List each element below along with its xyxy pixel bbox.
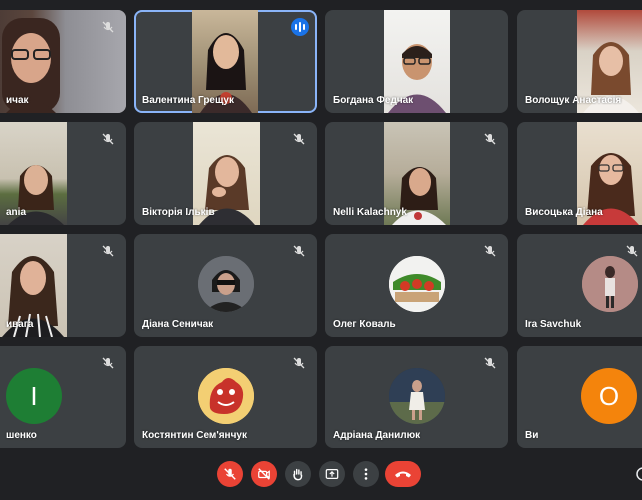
participant-name: Костянтин Сем'янчук <box>142 430 247 441</box>
avatar-photo <box>582 256 638 312</box>
mic-off-icon <box>484 357 496 369</box>
participant-tile-self[interactable]: О Ви <box>517 346 642 448</box>
hang-up-button[interactable] <box>385 461 421 487</box>
participant-name: Богдана Федчак <box>333 95 414 106</box>
participant-name: ania <box>6 207 27 218</box>
mic-toggle-button[interactable] <box>217 461 243 487</box>
info-icon[interactable] <box>634 465 642 483</box>
avatar <box>389 368 445 424</box>
more-options-icon <box>364 468 368 480</box>
more-options-button[interactable] <box>353 461 379 487</box>
participant-name: Валентина Грещук <box>142 95 234 106</box>
avatar-initial: О <box>581 368 637 424</box>
raise-hand-icon <box>293 468 303 481</box>
mic-off-icon <box>102 357 114 369</box>
call-controls-bar <box>0 450 642 500</box>
participant-tile[interactable]: Діана Сеничак <box>134 234 317 337</box>
mic-off-icon <box>484 245 496 257</box>
participant-name: Ви <box>525 430 539 441</box>
participant-tile[interactable]: Богдана Федчак <box>325 10 508 113</box>
hang-up-icon <box>395 471 411 478</box>
participant-tile-active-speaker[interactable]: Валентина Грещук <box>134 10 317 113</box>
participant-name: Адріана Данилюк <box>333 430 421 441</box>
participant-tile[interactable]: Костянтин Сем'янчук <box>134 346 317 448</box>
avatar <box>198 256 254 312</box>
avatar-photo <box>389 368 445 424</box>
mic-off-icon <box>102 21 114 33</box>
participant-name: Діана Сеничак <box>142 319 214 330</box>
raise-hand-button[interactable] <box>285 461 311 487</box>
mic-off-icon <box>626 245 638 257</box>
participant-name: Волощук Анастасія <box>525 95 622 106</box>
participant-tile[interactable]: Висоцька Діана <box>517 122 642 225</box>
participant-name: Вікторія Ільків <box>142 207 215 218</box>
mic-off-icon <box>293 357 305 369</box>
participant-tile[interactable]: Олег Коваль <box>325 234 508 337</box>
participant-tile[interactable]: Nelli Kalachnyk <box>325 122 508 225</box>
avatar <box>582 256 638 312</box>
participant-name: шенко <box>6 430 37 441</box>
speaking-indicator-icon <box>291 18 309 36</box>
participant-name: ивага <box>6 319 34 330</box>
mic-off-icon <box>293 133 305 145</box>
participant-name: ичак <box>6 95 29 106</box>
participant-tile[interactable]: Волощук Анастасія <box>517 10 642 113</box>
participant-tile[interactable]: ичак <box>0 10 126 113</box>
avatar <box>389 256 445 312</box>
avatar-initial: I <box>6 368 62 424</box>
camera-off-icon <box>258 468 270 480</box>
participant-tile[interactable]: I шенко <box>0 346 126 448</box>
participant-tile[interactable]: Ira Savchuk <box>517 234 642 337</box>
avatar <box>198 368 254 424</box>
avatar-photo <box>389 256 445 312</box>
avatar-photo <box>198 256 254 312</box>
participant-name: Nelli Kalachnyk <box>333 207 407 218</box>
mic-off-icon <box>102 245 114 257</box>
mic-off-icon <box>484 133 496 145</box>
participant-tile[interactable]: ania <box>0 122 126 225</box>
avatar-photo <box>198 368 254 424</box>
mic-off-icon <box>102 133 114 145</box>
participant-tile[interactable]: ивага <box>0 234 126 337</box>
participant-name: Ira Savchuk <box>525 319 582 330</box>
present-screen-icon <box>325 469 339 479</box>
mic-off-icon <box>224 468 236 480</box>
participant-name: Олег Коваль <box>333 319 396 330</box>
participant-name: Висоцька Діана <box>525 207 603 218</box>
camera-toggle-button[interactable] <box>251 461 277 487</box>
present-screen-button[interactable] <box>319 461 345 487</box>
mic-off-icon <box>293 245 305 257</box>
participant-tile[interactable]: Вікторія Ільків <box>134 122 317 225</box>
participant-tile[interactable]: Адріана Данилюк <box>325 346 508 448</box>
